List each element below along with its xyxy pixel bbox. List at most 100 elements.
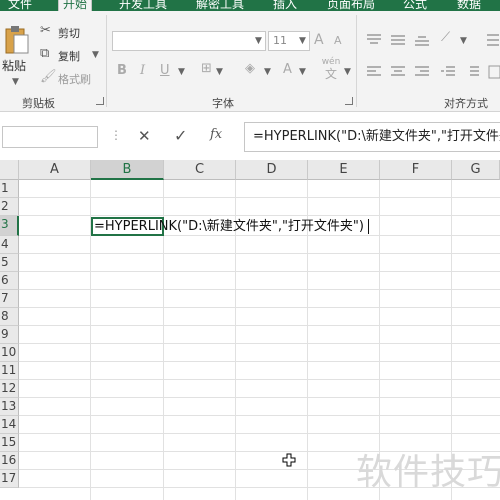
row-header-6[interactable]: 6 (0, 272, 19, 290)
tab-file[interactable]: 文件 (8, 0, 32, 11)
decrease-indent-icon[interactable] (440, 65, 456, 79)
italic-button[interactable]: I (140, 63, 145, 78)
row-header-4[interactable]: 4 (0, 236, 19, 254)
cut-icon: ✂ (40, 23, 51, 38)
phonetic-chevron-icon[interactable]: ▼ (344, 67, 351, 77)
top-align-icon[interactable] (366, 33, 382, 47)
gridline (19, 379, 500, 380)
text-caret (368, 219, 369, 234)
underline-button[interactable]: U (160, 63, 170, 78)
move-cursor-icon (282, 453, 296, 467)
tab-formulas[interactable]: 公式 (403, 0, 427, 11)
row-header-3[interactable]: 3 (0, 216, 19, 236)
shrink-font-button[interactable]: A (334, 34, 342, 47)
bottom-align-icon[interactable] (414, 33, 430, 47)
borders-icon[interactable]: ⊞ (201, 61, 212, 76)
gridline (19, 325, 500, 326)
font-color-button[interactable]: A (283, 62, 292, 77)
alignment-group-label: 对齐方式 (444, 97, 488, 110)
orientation-icon[interactable]: ⟋ (441, 30, 450, 45)
column-header-a[interactable]: A (19, 160, 91, 180)
row-header-15[interactable]: 15 (0, 434, 19, 452)
underline-chevron-icon[interactable]: ▼ (178, 67, 185, 77)
gridline (19, 253, 500, 254)
insert-function-button[interactable]: fx (210, 127, 222, 142)
column-header-d[interactable]: D (236, 160, 308, 180)
fill-color-icon[interactable]: ◈ (245, 61, 255, 76)
column-header-b[interactable]: B (91, 160, 164, 180)
row-header-13[interactable]: 13 (0, 398, 19, 416)
column-header-f[interactable]: F (380, 160, 452, 180)
format-painter-button[interactable]: 格式刷 (58, 71, 91, 87)
gridline (19, 215, 500, 216)
middle-align-icon[interactable] (390, 33, 406, 47)
tab-decrypt-tools[interactable]: 解密工具 (196, 0, 244, 11)
gridline (19, 397, 500, 398)
align-center-icon[interactable] (390, 65, 406, 79)
phonetic-button[interactable]: wén 文 (320, 57, 342, 83)
paste-dropdown-icon[interactable]: ▼ (12, 77, 19, 87)
gridline (19, 361, 500, 362)
tab-page-layout[interactable]: 页面布局 (327, 0, 375, 11)
formula-buttons: ✕ ✓ fx (124, 123, 240, 151)
font-size-chevron-icon: ▼ (299, 36, 306, 46)
row-header-2[interactable]: 2 (0, 198, 19, 216)
cancel-button[interactable]: ✕ (138, 127, 151, 145)
row-header-5[interactable]: 5 (0, 254, 19, 272)
merge-cells-icon[interactable] (488, 65, 500, 79)
tab-insert[interactable]: 插入 (273, 0, 297, 11)
font-color-chevron-icon[interactable]: ▼ (299, 67, 306, 77)
font-name-dropdown[interactable] (112, 31, 266, 51)
gridline (19, 197, 500, 198)
ribbon: 粘贴 ▼ ✂ 剪切 ⧉ 复制 ▼ 🖌 格式刷 剪贴板 ▼ 11 ▼ A A B … (0, 11, 500, 112)
column-header-c[interactable]: C (164, 160, 236, 180)
tab-home[interactable]: 开始 (58, 0, 93, 11)
row-header-10[interactable]: 10 (0, 344, 19, 362)
tab-developer[interactable]: 开发工具 (119, 0, 167, 11)
font-group-label: 字体 (212, 97, 234, 110)
name-box[interactable] (2, 126, 98, 148)
align-right-icon[interactable] (414, 65, 430, 79)
wrap-text-icon[interactable] (486, 33, 500, 47)
column-header-g[interactable]: G (452, 160, 500, 180)
row-header-17[interactable]: 17 (0, 470, 19, 488)
borders-chevron-icon[interactable]: ▼ (216, 67, 223, 77)
copy-icon: ⧉ (40, 46, 50, 61)
font-launcher-icon[interactable] (345, 97, 353, 105)
clipboard-launcher-icon[interactable] (96, 97, 104, 105)
tab-data[interactable]: 数据 (457, 0, 481, 11)
row-header-16[interactable]: 16 (0, 452, 19, 470)
fill-color-chevron-icon[interactable]: ▼ (264, 67, 271, 77)
align-left-icon[interactable] (366, 65, 382, 79)
row-header-12[interactable]: 12 (0, 380, 19, 398)
format-painter-icon: 🖌 (40, 69, 57, 84)
cut-button[interactable]: 剪切 (58, 25, 80, 41)
orientation-chevron-icon[interactable]: ▼ (460, 36, 467, 46)
column-header-e[interactable]: E (308, 160, 380, 180)
copy-button[interactable]: 复制 (58, 48, 80, 64)
row-header-8[interactable]: 8 (0, 308, 19, 326)
select-all-corner[interactable] (0, 160, 19, 180)
grow-font-button[interactable]: A (314, 32, 324, 48)
gridline (19, 433, 500, 434)
font-name-chevron-icon: ▼ (255, 36, 262, 46)
formula-input[interactable]: =HYPERLINK("D:\新建文件夹","打开文件夹") (244, 122, 500, 152)
paste-button[interactable]: 粘贴 (2, 25, 32, 73)
gridline (19, 289, 500, 290)
formula-bar-grip-icon[interactable]: ⋮ (110, 128, 122, 142)
enter-button[interactable]: ✓ (174, 126, 187, 145)
gridline (19, 271, 500, 272)
row-header-1[interactable]: 1 (0, 180, 19, 198)
row-header-9[interactable]: 9 (0, 326, 19, 344)
gridline (19, 307, 500, 308)
group-divider (106, 15, 107, 107)
row-header-11[interactable]: 11 (0, 362, 19, 380)
row-header-7[interactable]: 7 (0, 290, 19, 308)
increase-indent-icon[interactable] (464, 65, 480, 79)
bold-button[interactable]: B (117, 63, 127, 78)
watermark: 软件技巧 (356, 452, 500, 493)
row-header-14[interactable]: 14 (0, 416, 19, 434)
phonetic-char: 文 (324, 67, 337, 81)
copy-dropdown-icon[interactable]: ▼ (92, 50, 99, 60)
ribbon-tab-bar: 文件 开始 开发工具 解密工具 插入 页面布局 公式 数据 (0, 0, 500, 11)
